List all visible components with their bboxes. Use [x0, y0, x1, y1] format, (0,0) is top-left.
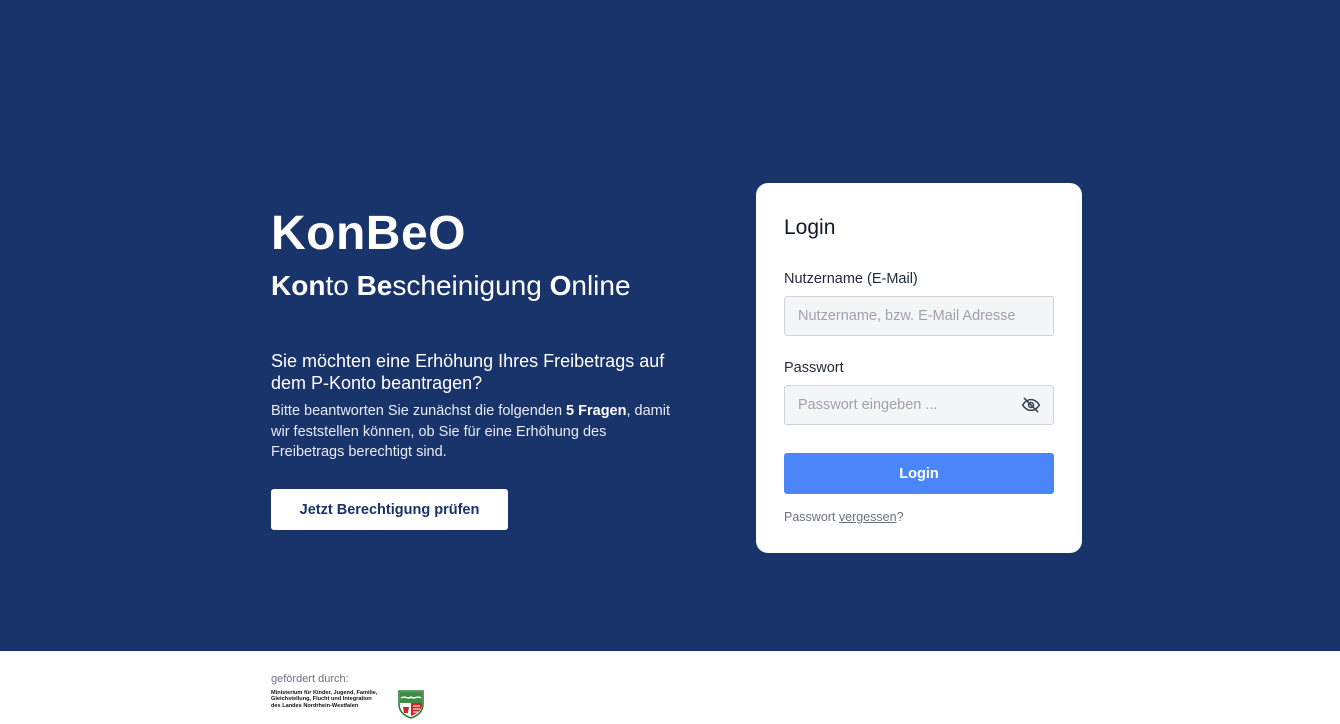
intro-panel: KonBeO Konto Bescheinigung Online Sie mö…	[271, 206, 691, 463]
subtitle-part: scheinigung	[392, 270, 550, 301]
funded-by-label: gefördert durch:	[271, 673, 349, 685]
hero-section: KonBeO Konto Bescheinigung Online Sie mö…	[0, 0, 1340, 651]
subtitle-part: to	[325, 270, 357, 301]
password-input[interactable]	[784, 385, 1054, 425]
ministry-name: Ministerium für Kinder, Jugend, Familie,…	[271, 690, 396, 709]
question-count: 5 Fragen	[566, 403, 627, 419]
username-label: Nutzername (E-Mail)	[784, 271, 918, 287]
password-label: Passwort	[784, 360, 844, 376]
app-subtitle: Konto Bescheinigung Online	[271, 268, 691, 304]
forgot-password-link[interactable]: vergessen	[839, 510, 897, 524]
forgot-text-suffix: ?	[896, 510, 904, 524]
subtitle-part-bold: Kon	[271, 270, 326, 301]
forgot-text: Passwort	[784, 510, 839, 524]
ministry-line: des Landes Nordrhein-Westfalen	[271, 702, 359, 709]
login-card: Login Nutzername (E-Mail) Passwort Login…	[756, 183, 1082, 553]
eligibility-explanation: Bitte beantworten Sie zunächst die folge…	[271, 401, 671, 463]
eye-off-icon[interactable]	[1018, 392, 1044, 418]
username-input[interactable]	[784, 296, 1054, 336]
check-eligibility-button[interactable]: Jetzt Berechtigung prüfen	[271, 489, 508, 530]
subtitle-part: nline	[571, 270, 631, 301]
subtitle-part-bold: Be	[356, 270, 393, 301]
login-title: Login	[784, 216, 836, 239]
eligibility-question: Sie möchten eine Erhöhung Ihres Freibetr…	[271, 351, 665, 393]
login-button[interactable]: Login	[784, 453, 1054, 494]
subtitle-part-bold: O	[549, 270, 572, 301]
footer: gefördert durch: Ministerium für Kinder,…	[0, 651, 1340, 724]
explanation-text: Bitte beantworten Sie zunächst die folge…	[271, 403, 567, 419]
nrw-coat-of-arms-icon	[397, 689, 425, 724]
forgot-password: Passwort vergessen?	[784, 510, 904, 524]
app-title: KonBeO	[271, 207, 466, 260]
